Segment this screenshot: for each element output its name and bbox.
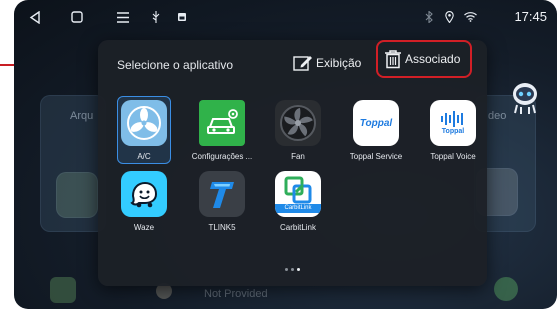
car-head-unit-screen: 17:45 Arqu deo Not Provided Selecione o …: [14, 0, 557, 309]
voice-assistant-robot-icon[interactable]: [509, 80, 541, 121]
clock: 17:45: [514, 9, 547, 24]
page-dot-active[interactable]: [297, 268, 300, 271]
carbitlink-banner: CarbitLink: [275, 203, 321, 213]
app-item-toppal-service[interactable]: Toppal Toppal Service: [341, 100, 411, 161]
page-indicator: [285, 268, 300, 271]
maps-app-icon[interactable]: [50, 277, 76, 303]
toppal-logo-icon: Toppal: [353, 100, 399, 146]
app-label: A/C: [137, 152, 151, 161]
app-selection-dialog: Selecione o aplicativo Exibição Associad…: [98, 40, 487, 286]
tab-associated[interactable]: Associado: [376, 40, 473, 78]
app-label: CarbitLink: [279, 223, 316, 232]
fan-icon: [121, 100, 167, 146]
tab-display-label: Exibição: [316, 56, 362, 70]
home-icon[interactable]: [66, 0, 88, 34]
toppal-logo-text: Toppal: [359, 117, 393, 129]
status-bar: 17:45: [14, 0, 557, 34]
carbitlink-icon: CarbitLink: [275, 171, 321, 217]
tab-display[interactable]: Exibição: [293, 49, 361, 77]
wifi-icon: [462, 0, 478, 34]
car-settings-icon: [199, 100, 245, 146]
waze-icon: [121, 171, 167, 217]
app-item-fan[interactable]: Fan: [263, 100, 333, 161]
toppal-voice-text: Toppal: [441, 128, 465, 135]
app-label: Configurações ...: [191, 152, 253, 161]
app-label: Fan: [291, 152, 305, 161]
photo-icon: [176, 0, 188, 34]
back-icon[interactable]: [24, 0, 46, 34]
trash-icon: [385, 50, 401, 69]
assistant-app-icon[interactable]: [494, 277, 518, 301]
page-dot[interactable]: [285, 268, 288, 271]
app-item-configuracoes[interactable]: Configurações ...: [187, 100, 257, 161]
dialog-title: Selecione o aplicativo: [117, 58, 234, 72]
display-edit-icon: [293, 56, 312, 71]
app-label: TLINK5: [208, 223, 236, 232]
usb-icon: [149, 0, 163, 34]
location-icon: [442, 0, 456, 34]
app-item-tlink5[interactable]: TLINK5: [187, 171, 257, 232]
app-label: Waze: [133, 223, 155, 232]
media-title: Not Provided: [204, 288, 268, 300]
app-item-waze[interactable]: Waze: [109, 171, 179, 232]
bluetooth-icon: [422, 0, 436, 34]
page-dot[interactable]: [291, 268, 294, 271]
app-item-toppal-voice[interactable]: Toppal Toppal Voice: [418, 100, 488, 161]
app-item-ac[interactable]: A/C: [109, 96, 179, 164]
menu-icon[interactable]: [112, 0, 134, 34]
tab-associated-label: Associado: [405, 52, 461, 66]
tlink-icon: [199, 171, 245, 217]
file-widget-label: Arqu: [70, 110, 94, 122]
app-label: Toppal Voice: [430, 152, 476, 161]
toppal-voice-icon: Toppal: [430, 100, 476, 146]
folder-icon: [56, 172, 98, 218]
video-widget-label: deo: [488, 110, 507, 122]
app-item-carbitlink[interactable]: CarbitLink CarbitLink: [263, 171, 333, 232]
fan-dark-icon: [275, 100, 321, 146]
app-label: Toppal Service: [349, 152, 403, 161]
